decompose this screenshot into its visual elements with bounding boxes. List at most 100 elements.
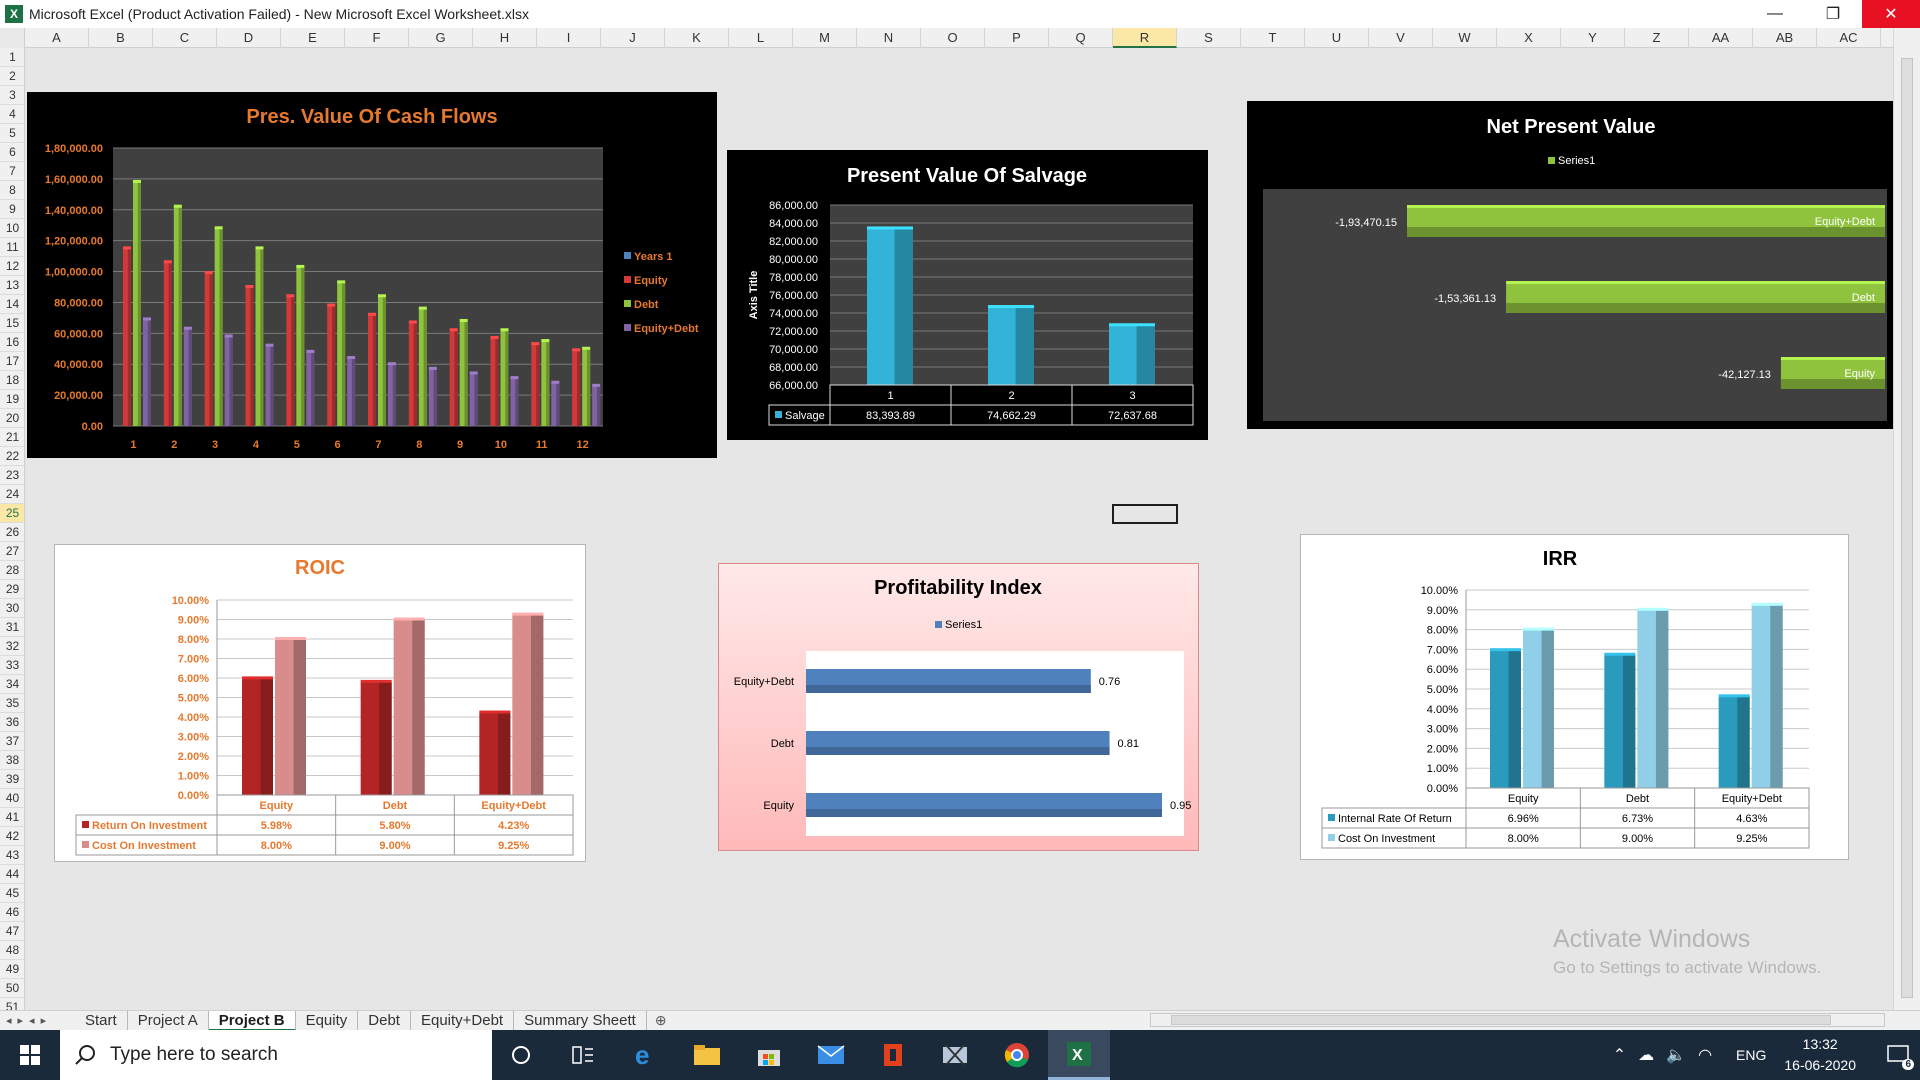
row-header-39[interactable]: 39	[0, 770, 24, 789]
column-header-W[interactable]: W	[1433, 28, 1497, 48]
column-header-AA[interactable]: AA	[1689, 28, 1753, 48]
column-header-N[interactable]: N	[857, 28, 921, 48]
row-header-23[interactable]: 23	[0, 466, 24, 485]
column-header-K[interactable]: K	[665, 28, 729, 48]
column-header-AC[interactable]: AC	[1817, 28, 1881, 48]
vertical-scrollbar[interactable]	[1893, 28, 1920, 1010]
row-header-50[interactable]: 50	[0, 979, 24, 998]
row-header-20[interactable]: 20	[0, 409, 24, 428]
sheet-tab-project-a[interactable]: Project A	[128, 1010, 209, 1031]
row-header-18[interactable]: 18	[0, 371, 24, 390]
column-header-B[interactable]: B	[89, 28, 153, 48]
volume-icon[interactable]: 🔈	[1666, 1045, 1686, 1065]
column-header-Z[interactable]: Z	[1625, 28, 1689, 48]
chart-irr[interactable]: IRR 10.00% 9.00% 8.00% 7.00% 6.00% 5.00% 4.00% 3…	[1300, 534, 1849, 860]
column-header-F[interactable]: F	[345, 28, 409, 48]
column-header-T[interactable]: T	[1241, 28, 1305, 48]
task-view-icon[interactable]	[552, 1030, 614, 1080]
row-header-26[interactable]: 26	[0, 523, 24, 542]
snipping-tool-icon[interactable]	[924, 1030, 986, 1080]
language-indicator[interactable]: ENG	[1736, 1047, 1766, 1063]
excel-taskbar-icon[interactable]: X	[1048, 1030, 1110, 1080]
row-header-2[interactable]: 2	[0, 67, 24, 86]
row-header-47[interactable]: 47	[0, 922, 24, 941]
chart-net-present-value[interactable]: Net Present Value Series1 Equity+Debt -1,93…	[1247, 101, 1895, 429]
row-header-16[interactable]: 16	[0, 333, 24, 352]
row-header-7[interactable]: 7	[0, 162, 24, 181]
row-header-40[interactable]: 40	[0, 789, 24, 808]
row-header-48[interactable]: 48	[0, 941, 24, 960]
row-header-41[interactable]: 41	[0, 808, 24, 827]
row-header-13[interactable]: 13	[0, 276, 24, 295]
chart-roic[interactable]: ROIC 10.00% 9.00% 8.00% 7.00% 6.00% 5.00% 4.00%…	[54, 544, 586, 862]
row-header-11[interactable]: 11	[0, 238, 24, 257]
row-header-45[interactable]: 45	[0, 884, 24, 903]
store-icon[interactable]	[738, 1030, 800, 1080]
close-button[interactable]: ✕	[1862, 0, 1920, 28]
column-header-X[interactable]: X	[1497, 28, 1561, 48]
mail-icon[interactable]	[800, 1030, 862, 1080]
minimize-button[interactable]: —	[1746, 0, 1804, 28]
column-header-Y[interactable]: Y	[1561, 28, 1625, 48]
row-header-32[interactable]: 32	[0, 637, 24, 656]
row-header-33[interactable]: 33	[0, 656, 24, 675]
row-header-28[interactable]: 28	[0, 561, 24, 580]
row-header-12[interactable]: 12	[0, 257, 24, 276]
select-all-corner[interactable]	[0, 28, 25, 48]
sheet-nav-arrows[interactable]: ◂▸◂▸	[0, 1014, 75, 1027]
row-header-3[interactable]: 3	[0, 86, 24, 105]
row-header-29[interactable]: 29	[0, 580, 24, 599]
row-header-17[interactable]: 17	[0, 352, 24, 371]
column-header-D[interactable]: D	[217, 28, 281, 48]
chevron-up-icon[interactable]: ⌃	[1613, 1045, 1626, 1065]
row-header-30[interactable]: 30	[0, 599, 24, 618]
row-header-38[interactable]: 38	[0, 751, 24, 770]
worksheet-area[interactable]: Pres. Value Of Cash Flows 1,80,000.00 1,60…	[25, 48, 1895, 1010]
row-header-10[interactable]: 10	[0, 219, 24, 238]
row-header-44[interactable]: 44	[0, 865, 24, 884]
column-header-M[interactable]: M	[793, 28, 857, 48]
horizontal-scrollbar[interactable]	[1150, 1013, 1885, 1027]
row-header-31[interactable]: 31	[0, 618, 24, 637]
chart-profitability-index[interactable]: Profitability Index Series1 Equity+Debt 0.7…	[718, 563, 1199, 851]
sheet-tab-start[interactable]: Start	[75, 1010, 128, 1031]
row-header-46[interactable]: 46	[0, 903, 24, 922]
horizontal-scroll-thumb[interactable]	[1171, 1015, 1831, 1025]
taskbar-search-box[interactable]: Type here to search	[60, 1030, 492, 1080]
column-header-U[interactable]: U	[1305, 28, 1369, 48]
chart-present-value-salvage[interactable]: Present Value Of Salvage 86,000.00 84,000.…	[727, 150, 1208, 440]
column-header-V[interactable]: V	[1369, 28, 1433, 48]
row-header-34[interactable]: 34	[0, 675, 24, 694]
file-explorer-icon[interactable]	[676, 1030, 738, 1080]
row-header-22[interactable]: 22	[0, 447, 24, 466]
notification-center-icon[interactable]: 6	[1876, 1030, 1920, 1080]
row-header-43[interactable]: 43	[0, 846, 24, 865]
column-header-G[interactable]: G	[409, 28, 473, 48]
sheet-tab-debt[interactable]: Debt	[358, 1010, 411, 1031]
row-header-6[interactable]: 6	[0, 143, 24, 162]
row-header-9[interactable]: 9	[0, 200, 24, 219]
sheet-tab-equity-debt[interactable]: Equity+Debt	[411, 1010, 515, 1031]
row-header-21[interactable]: 21	[0, 428, 24, 447]
column-header-H[interactable]: H	[473, 28, 537, 48]
row-header-27[interactable]: 27	[0, 542, 24, 561]
column-header-P[interactable]: P	[985, 28, 1049, 48]
column-header-O[interactable]: O	[921, 28, 985, 48]
new-sheet-icon[interactable]: ⊕	[655, 1012, 667, 1029]
clock[interactable]: 13:32 16-06-2020	[1784, 1034, 1856, 1076]
sheet-tab-project-b[interactable]: Project B	[208, 1010, 296, 1031]
start-button[interactable]	[0, 1030, 60, 1080]
edge-browser-icon[interactable]: e	[614, 1030, 676, 1080]
row-header-4[interactable]: 4	[0, 105, 24, 124]
column-header-J[interactable]: J	[601, 28, 665, 48]
row-header-25[interactable]: 25	[0, 504, 24, 523]
sheet-tab-summary-sheett[interactable]: Summary Sheett	[514, 1010, 647, 1031]
cortana-icon[interactable]	[490, 1030, 552, 1080]
wifi-icon[interactable]: ◠	[1698, 1045, 1712, 1065]
active-cell-r25[interactable]	[1112, 504, 1178, 524]
onedrive-cloud-icon[interactable]: ☁	[1638, 1045, 1654, 1065]
row-header-8[interactable]: 8	[0, 181, 24, 200]
chart-pres-value-cash-flows[interactable]: Pres. Value Of Cash Flows 1,80,000.00 1,60…	[27, 92, 717, 458]
row-header-24[interactable]: 24	[0, 485, 24, 504]
column-header-AB[interactable]: AB	[1753, 28, 1817, 48]
